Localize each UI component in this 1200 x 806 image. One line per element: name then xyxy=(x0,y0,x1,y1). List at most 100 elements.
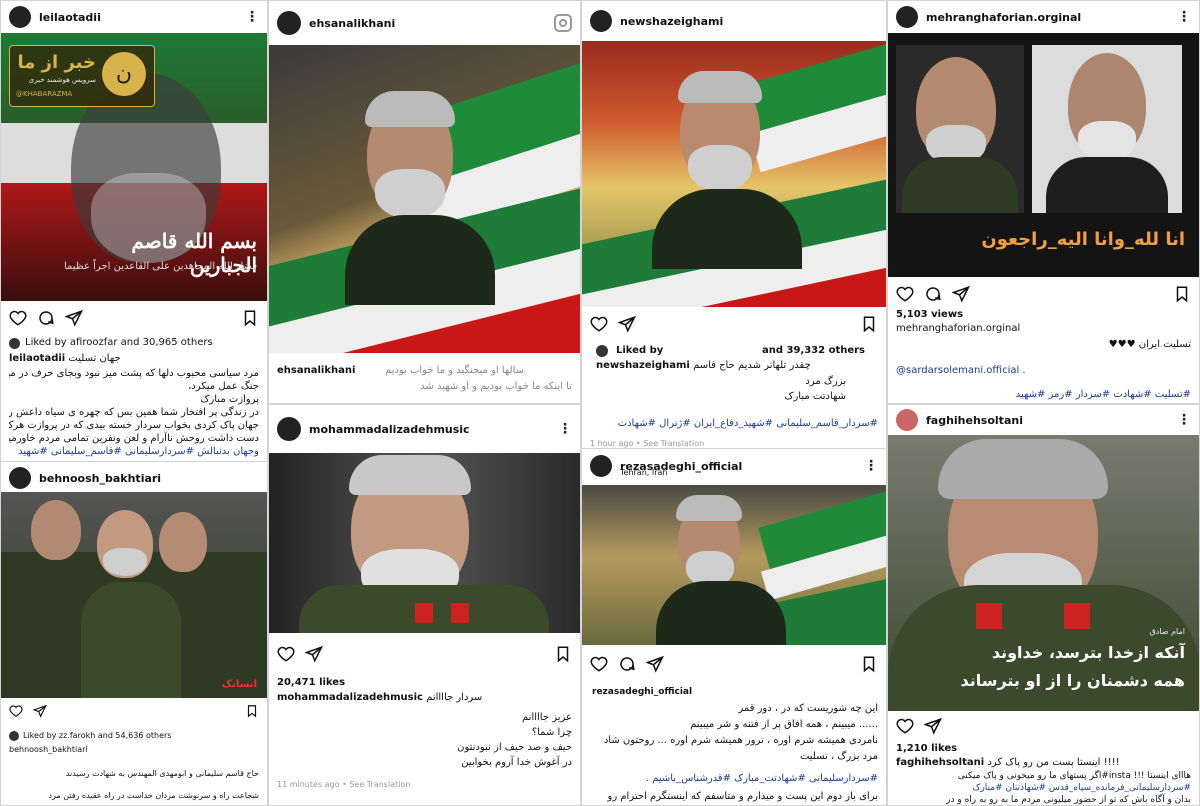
username[interactable]: behnoosh_bakhtiari xyxy=(39,472,259,485)
image-subtitle: فضل الله المجاهدین علی القاعدین اجراً عظ… xyxy=(63,261,257,272)
heart-icon[interactable] xyxy=(896,717,914,735)
share-icon[interactable] xyxy=(65,309,83,327)
avatar[interactable] xyxy=(277,417,301,441)
caption-username[interactable]: behnoosh_bakhtiari xyxy=(9,742,259,757)
avatar[interactable] xyxy=(9,467,31,489)
more-icon[interactable]: ⋮ xyxy=(1177,413,1191,427)
caption-username[interactable]: mohammadalizadehmusic xyxy=(277,692,423,703)
share-icon[interactable] xyxy=(952,285,970,303)
caption-line: حاج قاسم سلیمانی و ابومهدی المهندس به شه… xyxy=(65,769,259,778)
views-count[interactable]: 5,103 views xyxy=(896,307,1191,322)
post-image[interactable]: ن خبر از ما سرویس هوشمند خبری @KHABARAZM… xyxy=(1,33,267,301)
share-icon[interactable] xyxy=(33,704,47,718)
instagram-icon[interactable] xyxy=(554,14,572,32)
caption-username[interactable]: rezasadeghi_official xyxy=(592,685,702,700)
comment-icon[interactable] xyxy=(37,309,55,327)
caption-username[interactable]: ehsanalikhani xyxy=(277,363,357,378)
share-icon[interactable] xyxy=(305,645,323,663)
heart-icon[interactable] xyxy=(9,704,23,718)
heart-icon[interactable] xyxy=(896,285,914,303)
post-image[interactable] xyxy=(269,453,580,633)
username[interactable]: faghihehsoltani xyxy=(926,414,1169,427)
caption-line: بزرگ مرد xyxy=(805,376,846,387)
caption-text: تسلیت ایران xyxy=(1138,339,1191,350)
more-icon[interactable]: ⋮ xyxy=(1177,10,1191,24)
post-image[interactable]: انا لله_وانا اليه_راجعون xyxy=(888,33,1199,277)
bookmark-icon[interactable] xyxy=(241,309,259,327)
caption-hashtags[interactable]: #سردار_قاسم_سلیمانی #شهید_دفاع_ایران #ژن… xyxy=(590,416,878,431)
avatar[interactable] xyxy=(590,455,612,477)
share-icon[interactable] xyxy=(924,717,942,735)
see-translation-link[interactable]: See Translation xyxy=(349,780,410,789)
avatar[interactable] xyxy=(896,409,918,431)
share-icon[interactable] xyxy=(618,315,636,333)
post-ehsanalikhani: ehsanalikhani سالها او میجنگید و ما خواب… xyxy=(268,0,581,404)
caption-hashtags[interactable]: #سردارسلیمانی #شهادتت_مبارک #قدرشناس_باش… xyxy=(590,771,878,786)
caption-first: این چه شوریست که در ، دور قمر xyxy=(738,703,878,714)
action-bar xyxy=(9,309,259,327)
bookmark-icon[interactable] xyxy=(860,655,878,673)
share-icon[interactable] xyxy=(646,655,664,673)
username[interactable]: newshazeighami xyxy=(620,15,878,28)
heart-icon[interactable] xyxy=(590,315,608,333)
more-icon[interactable]: ⋮ xyxy=(558,422,572,436)
caption-header: faghihehsoltani اینستا پست من رو پاک کرد… xyxy=(896,755,1191,770)
username[interactable]: mohammadalizadehmusic xyxy=(309,423,550,436)
caption-username[interactable]: faghihehsoltani xyxy=(896,757,984,768)
post-image[interactable] xyxy=(269,45,580,353)
caption-username[interactable]: mehranghaforian.orginal xyxy=(896,321,1191,336)
uniform-main xyxy=(81,582,181,698)
username[interactable]: mehranghaforian.orginal xyxy=(926,11,1169,24)
liked-by[interactable]: Liked by afiroozfar and 30,965 others xyxy=(9,335,259,350)
bookmark-icon[interactable] xyxy=(860,315,878,333)
likes-count[interactable]: 20,471 likes xyxy=(277,675,572,690)
caption-first: چقدر تلهاتر شدیم حاج قاسم xyxy=(693,360,811,371)
mention-link[interactable]: @sardarsolemani.official . xyxy=(896,363,1191,378)
portrait-hair xyxy=(938,439,1108,499)
caption-line: ...... میبینم ، همه افاق پر از فتنه و شر… xyxy=(690,719,878,730)
avatar[interactable] xyxy=(9,6,31,28)
caption-header: mohammadalizadehmusic سردار جاااانم xyxy=(277,690,572,705)
post-image[interactable] xyxy=(582,485,886,645)
liked-by-prefix[interactable]: Liked by xyxy=(616,343,696,358)
username[interactable]: ehsanalikhani xyxy=(309,17,546,30)
bookmark-icon[interactable] xyxy=(1173,285,1191,303)
post-image[interactable] xyxy=(582,41,886,307)
avatar[interactable] xyxy=(590,10,612,32)
caption-line: در آغوش خدا آروم بخوابین xyxy=(461,757,572,768)
liked-by[interactable]: Liked by zz.farokh and 54,636 others xyxy=(9,728,259,743)
heart-icon[interactable] xyxy=(9,309,27,327)
caption-first: جهان تسلیت xyxy=(68,353,121,364)
face-left xyxy=(31,500,81,560)
watermark-sub: سرویس هوشمند خبری xyxy=(28,76,96,84)
see-translation-link[interactable]: See Translation xyxy=(643,439,704,448)
more-icon[interactable]: ⋮ xyxy=(245,10,259,24)
post-header: faghihehsoltani ⋮ xyxy=(888,405,1199,435)
heart-icon[interactable] xyxy=(277,645,295,663)
location[interactable]: Tehran, Iran xyxy=(620,465,878,480)
photo-left xyxy=(896,45,1024,213)
post-image[interactable]: انسانک xyxy=(1,492,267,698)
image-text: انا لله_وانا اليه_راجعون xyxy=(981,229,1185,250)
avatar[interactable] xyxy=(896,6,918,28)
portrait-body xyxy=(345,215,495,305)
bookmark-icon[interactable] xyxy=(554,645,572,663)
caption-username[interactable]: newshazeighami xyxy=(596,360,690,371)
comment-icon[interactable] xyxy=(924,285,942,303)
caption-hashtags[interactable]: #تسلیت #شهادت #سردار #رمز #شهید xyxy=(896,387,1191,402)
likes-count[interactable]: 1,210 likes xyxy=(896,741,1191,756)
caption-hashtags[interactable]: وجهان بدنبالش #سردارسلیمانی #قاسم_سلیمان… xyxy=(9,444,259,459)
liked-by-suffix[interactable]: and 39,332 others xyxy=(762,343,878,358)
watermark-name: خبر از ما xyxy=(17,52,97,73)
caption-username[interactable]: leilaotadii xyxy=(9,353,65,364)
bookmark-icon[interactable] xyxy=(245,704,259,718)
post-image[interactable]: امام صادق آنکه ازخدا بترسد، خداوند همه د… xyxy=(888,435,1199,711)
image-quote-source: امام صادق xyxy=(1149,627,1185,636)
avatar[interactable] xyxy=(277,11,301,35)
comment-icon[interactable] xyxy=(618,655,636,673)
action-bar xyxy=(277,645,572,663)
image-quote-line: همه دشمنان را از او بترساند xyxy=(960,671,1185,690)
username[interactable]: leilaotadii xyxy=(39,11,237,24)
heart-icon[interactable] xyxy=(590,655,608,673)
beard-main xyxy=(103,548,147,576)
